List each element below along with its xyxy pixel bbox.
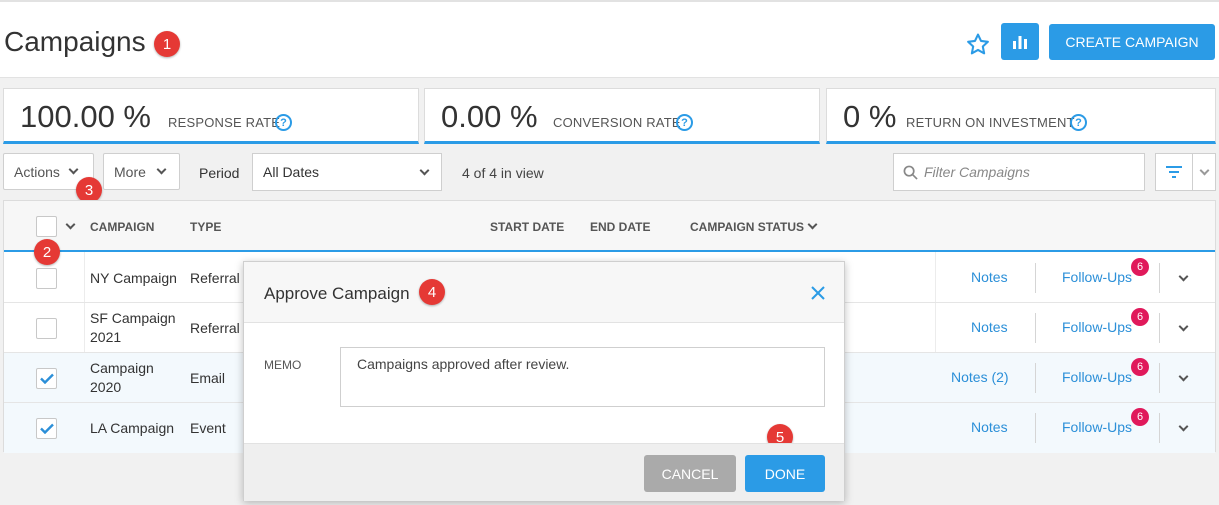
row-expand-chevron-icon[interactable]	[1178, 271, 1189, 282]
column-header-campaign-status[interactable]: CAMPAIGN STATUS	[690, 220, 804, 234]
campaign-type: Referral	[190, 320, 240, 336]
approve-campaign-dialog: Approve Campaign 4 MEMO Campaigns approv…	[243, 261, 845, 501]
page-title: Campaigns	[4, 26, 146, 57]
kpi-value: 0.00 %	[441, 99, 538, 134]
row-expand-chevron-icon[interactable]	[1178, 321, 1189, 332]
notes-link[interactable]: Notes	[971, 319, 1008, 335]
step-badge-4: 4	[419, 279, 445, 305]
follow-ups-count-badge: 6	[1131, 308, 1149, 326]
chevron-down-icon[interactable]	[807, 219, 818, 230]
favorite-button[interactable]	[962, 29, 994, 59]
actions-label: Actions	[14, 163, 60, 180]
chevron-down-icon	[1199, 165, 1209, 175]
filter-options-dropdown[interactable]	[1193, 153, 1216, 191]
campaign-name[interactable]: SF Campaign 2021	[90, 309, 182, 347]
follow-ups-link[interactable]: Follow-Ups	[1062, 319, 1132, 335]
follow-ups-link[interactable]: Follow-Ups	[1062, 369, 1132, 385]
done-button[interactable]: DONE	[745, 455, 825, 492]
row-checkbox[interactable]	[36, 268, 57, 289]
select-all-checkbox[interactable]	[36, 216, 57, 237]
campaign-type: Event	[190, 420, 226, 436]
chevron-down-icon	[156, 164, 167, 175]
close-icon[interactable]	[809, 284, 827, 302]
follow-ups-link[interactable]: Follow-Ups	[1062, 419, 1132, 435]
analytics-button[interactable]	[1001, 23, 1039, 60]
dialog-title: Approve Campaign	[264, 284, 410, 303]
more-dropdown[interactable]: More	[103, 153, 180, 190]
divider	[1159, 313, 1160, 343]
filter-campaigns-input[interactable]: Filter Campaigns	[893, 153, 1145, 191]
row-checkbox-checked[interactable]	[36, 368, 57, 389]
kpi-label: RESPONSE RATE	[168, 115, 281, 130]
step-badge-2: 2	[34, 239, 60, 265]
follow-ups-count-badge: 6	[1131, 408, 1149, 426]
kpi-label: CONVERSION RATE	[553, 115, 681, 130]
row-checkbox[interactable]	[36, 318, 57, 339]
memo-label: MEMO	[264, 358, 302, 372]
column-header-campaign[interactable]: CAMPAIGN	[90, 220, 154, 234]
star-icon	[967, 33, 989, 54]
notes-link[interactable]: Notes (2)	[951, 369, 1009, 385]
divider	[1035, 363, 1036, 393]
notes-link[interactable]: Notes	[971, 269, 1008, 285]
chevron-down-icon	[419, 165, 430, 176]
follow-ups-link[interactable]: Follow-Ups	[1062, 269, 1132, 285]
column-header-end-date[interactable]: END DATE	[590, 220, 650, 234]
step-badge-1: 1	[154, 31, 180, 57]
kpi-conversion-rate: 0.00 % CONVERSION RATE ?	[424, 88, 820, 144]
table-header: CAMPAIGN TYPE START DATE END DATE CAMPAI…	[4, 201, 1215, 252]
campaign-type: Referral	[190, 270, 240, 286]
row-checkbox-checked[interactable]	[36, 418, 57, 439]
column-header-start-date[interactable]: START DATE	[490, 220, 564, 234]
campaign-name[interactable]: Campaign 2020	[90, 359, 182, 397]
divider	[1035, 263, 1036, 293]
notes-link[interactable]: Notes	[971, 419, 1008, 435]
kpi-label: RETURN ON INVESTMENT	[906, 115, 1075, 130]
more-label: More	[114, 163, 146, 180]
filter-placeholder: Filter Campaigns	[924, 164, 1030, 180]
filter-button[interactable]	[1155, 153, 1193, 191]
in-view-count: 4 of 4 in view	[462, 165, 544, 181]
create-campaign-button[interactable]: CREATE CAMPAIGN	[1049, 24, 1215, 60]
campaign-name[interactable]: NY Campaign	[90, 269, 177, 288]
kpi-value: 100.00 %	[20, 99, 151, 134]
column-header-type[interactable]: TYPE	[190, 220, 221, 234]
kpi-return-on-investment: 0 % RETURN ON INVESTMENT ?	[826, 88, 1216, 144]
cancel-button[interactable]: CANCEL	[644, 455, 736, 492]
period-value: All Dates	[263, 164, 320, 180]
divider	[1159, 263, 1160, 293]
filter-icon	[1166, 166, 1182, 178]
checkmark-icon	[40, 423, 54, 434]
campaign-type: Email	[190, 370, 226, 386]
chevron-down-icon	[68, 164, 79, 175]
divider	[1035, 313, 1036, 343]
dialog-footer: CANCEL DONE	[244, 443, 844, 501]
follow-ups-count-badge: 6	[1131, 358, 1149, 376]
period-label: Period	[199, 165, 240, 181]
row-expand-chevron-icon[interactable]	[1178, 421, 1189, 432]
kpi-value: 0 %	[843, 99, 897, 134]
divider	[1035, 413, 1036, 443]
help-icon[interactable]: ?	[1070, 114, 1087, 131]
row-expand-chevron-icon[interactable]	[1178, 371, 1189, 382]
campaign-name[interactable]: LA Campaign	[90, 419, 174, 438]
help-icon[interactable]: ?	[275, 114, 292, 131]
period-select[interactable]: All Dates	[252, 153, 442, 191]
follow-ups-count-badge: 6	[1131, 258, 1149, 276]
checkmark-icon	[40, 373, 54, 384]
help-icon[interactable]: ?	[676, 114, 693, 131]
kpi-response-rate: 100.00 % RESPONSE RATE ?	[3, 88, 419, 144]
page-header: Campaigns 1 CREATE CAMPAIGN	[0, 0, 1219, 78]
chevron-down-icon[interactable]	[65, 219, 76, 230]
memo-field[interactable]: Campaigns approved after review.	[340, 347, 825, 407]
divider	[1159, 363, 1160, 393]
search-icon	[903, 165, 918, 180]
dialog-header: Approve Campaign 4	[244, 262, 844, 323]
divider	[1159, 413, 1160, 443]
bar-chart-icon	[1013, 35, 1027, 49]
